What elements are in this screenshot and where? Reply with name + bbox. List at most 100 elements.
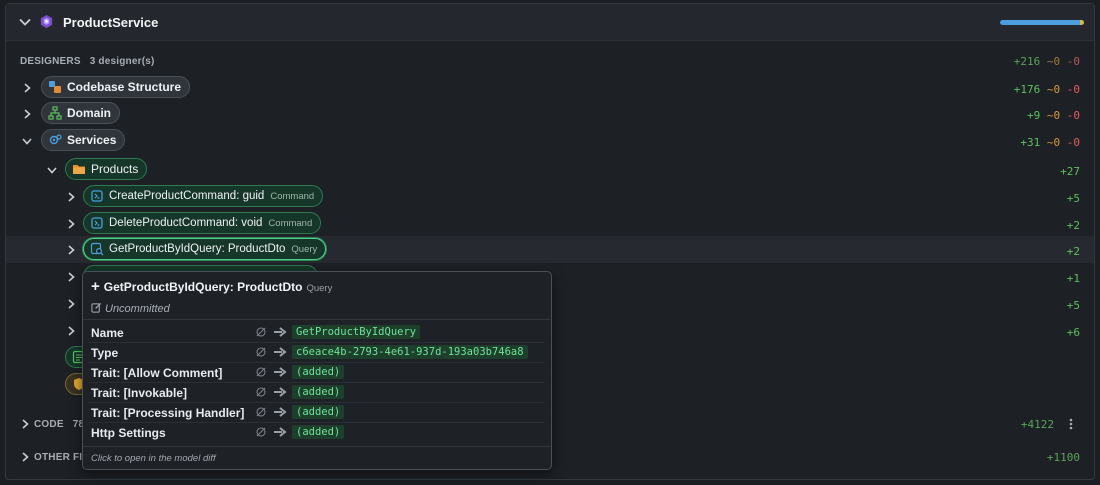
null-value-icon xyxy=(256,347,266,357)
stat-added: +9 xyxy=(1027,109,1041,122)
stat-modified: ~0 xyxy=(1046,136,1061,149)
property-name: Http Settings xyxy=(91,426,166,440)
null-value-icon xyxy=(256,427,266,437)
stat-added: +6 xyxy=(1066,326,1080,339)
chevron-right-icon[interactable] xyxy=(21,82,33,94)
type-tag: Command xyxy=(270,190,315,202)
chevron-right-icon[interactable] xyxy=(19,451,31,463)
chevron-right-icon[interactable] xyxy=(65,298,77,310)
progress-fill xyxy=(1000,20,1083,25)
hidden3-stats: +6 xyxy=(1067,326,1080,339)
tooltip-property-row: Trait: [Processing Handler] (added) xyxy=(83,403,551,423)
other-label: OTHER FI xyxy=(34,452,83,463)
stat-added: +5 xyxy=(1066,192,1080,205)
property-new-value: GetProductByIdQuery xyxy=(292,325,421,339)
property-new-value: c6eace4b-2793-4e61-937d-193a03b746a8 xyxy=(292,345,528,359)
stat-modified: ~0 xyxy=(1046,109,1061,122)
other-files-section-header[interactable]: OTHER FI xyxy=(34,452,82,463)
query-icon xyxy=(90,242,104,256)
page-title: ProductService xyxy=(63,15,159,30)
stat-added: +216 xyxy=(1013,55,1041,68)
arrow-right-icon xyxy=(274,327,287,337)
tree-item-get-product-by-id-query[interactable]: GetProductByIdQuery: ProductDto Query xyxy=(83,238,327,260)
tree-item-label: GetProductByIdQuery: ProductDto xyxy=(109,243,286,255)
stat-added: +27 xyxy=(1060,165,1080,178)
chevron-down-icon[interactable] xyxy=(21,135,33,147)
stat-removed: -0 xyxy=(1066,83,1080,96)
tooltip-property-row: Type c6eace4b-2793-4e61-937d-193a03b746a8 xyxy=(83,343,551,363)
null-value-icon xyxy=(256,387,266,397)
divider xyxy=(83,446,551,447)
property-name: Trait: [Processing Handler] xyxy=(91,406,245,420)
tree-item-services[interactable]: Services xyxy=(41,129,126,151)
model-diff-tooltip[interactable]: + GetProductByIdQuery: ProductDto Query Un… xyxy=(82,271,552,470)
other-stats: +1100 xyxy=(1047,451,1080,464)
tree-item-label: CreateProductCommand: guid xyxy=(109,190,265,202)
status-text: Uncommitted xyxy=(105,303,170,315)
added-plus-icon: + xyxy=(91,278,100,295)
create-stats: +5 xyxy=(1067,192,1080,205)
tree-item-label: Services xyxy=(67,133,117,147)
tree-item-label: Codebase Structure xyxy=(67,80,182,94)
chevron-down-icon[interactable] xyxy=(46,164,58,176)
designers-count: 3 designer(s) xyxy=(89,56,155,67)
chevron-right-icon[interactable] xyxy=(21,108,33,120)
stat-added: +1 xyxy=(1066,272,1080,285)
type-tag: Command xyxy=(268,217,313,229)
chevron-right-icon[interactable] xyxy=(65,218,77,230)
property-new-value: (added) xyxy=(292,425,345,439)
tooltip-status: Uncommitted xyxy=(91,302,170,315)
tooltip-title: + GetProductByIdQuery: ProductDto Query xyxy=(91,278,332,295)
tree-item-products[interactable]: Products xyxy=(65,158,148,180)
tree-item-delete-product-command[interactable]: DeleteProductCommand: void Command xyxy=(83,212,322,234)
chevron-down-icon[interactable] xyxy=(18,15,32,29)
arrow-right-icon xyxy=(274,407,287,417)
tree-item-label: Domain xyxy=(67,106,112,120)
code-stats: +4122 xyxy=(1021,418,1054,431)
null-value-icon xyxy=(256,407,266,417)
stat-added: +31 xyxy=(1020,136,1041,149)
kebab-menu-icon[interactable] xyxy=(1068,417,1074,431)
null-value-icon xyxy=(256,367,266,377)
chevron-right-icon[interactable] xyxy=(19,418,31,430)
arrow-right-icon xyxy=(274,367,287,377)
chevron-right-icon[interactable] xyxy=(65,325,77,337)
codebase-icon xyxy=(49,81,61,93)
tree-item-domain[interactable]: Domain xyxy=(41,102,121,124)
edit-icon xyxy=(91,302,102,313)
tree-item-create-product-command[interactable]: CreateProductCommand: guid Command xyxy=(83,185,324,207)
property-name: Name xyxy=(91,326,124,340)
code-section-header[interactable]: CODE 78 xyxy=(34,419,84,430)
property-new-value: (added) xyxy=(292,405,345,419)
divider xyxy=(83,319,551,320)
arrow-right-icon xyxy=(274,347,287,357)
command-icon xyxy=(91,217,103,229)
chevron-right-icon[interactable] xyxy=(65,271,77,283)
chevron-right-icon[interactable] xyxy=(65,191,77,203)
domain-stats: +9 ~0 -0 xyxy=(1027,109,1080,122)
stat-added: +4122 xyxy=(1020,418,1054,431)
stat-removed: -0 xyxy=(1066,109,1080,122)
codebase-stats: +176 ~0 -0 xyxy=(1014,83,1080,96)
products-stats: +27 xyxy=(1060,165,1080,178)
progress-bar xyxy=(1000,20,1084,25)
tooltip-title-text: GetProductByIdQuery: ProductDto xyxy=(103,280,303,294)
chevron-right-icon[interactable] xyxy=(65,244,77,256)
command-icon xyxy=(91,190,103,202)
arrow-right-icon xyxy=(274,427,287,437)
stat-added: +2 xyxy=(1066,245,1080,258)
tooltip-property-row: Trait: [Allow Comment] (added) xyxy=(83,363,551,383)
tooltip-property-row: Trait: [Invokable] (added) xyxy=(83,383,551,403)
service-logo-icon xyxy=(40,14,53,29)
stat-added: +1100 xyxy=(1046,451,1080,464)
progress-tip xyxy=(1080,20,1084,25)
property-name: Trait: [Allow Comment] xyxy=(91,366,223,380)
stat-added: +2 xyxy=(1066,219,1080,232)
stat-modified: ~0 xyxy=(1046,55,1061,68)
tree-item-codebase-structure[interactable]: Codebase Structure xyxy=(41,76,191,98)
getbyid-stats: +2 xyxy=(1067,245,1080,258)
tooltip-type-tag: Query xyxy=(306,283,333,294)
stat-modified: ~0 xyxy=(1046,83,1061,96)
panel-header[interactable]: ProductService xyxy=(6,4,1094,41)
tree-item-label: DeleteProductCommand: void xyxy=(109,217,263,229)
